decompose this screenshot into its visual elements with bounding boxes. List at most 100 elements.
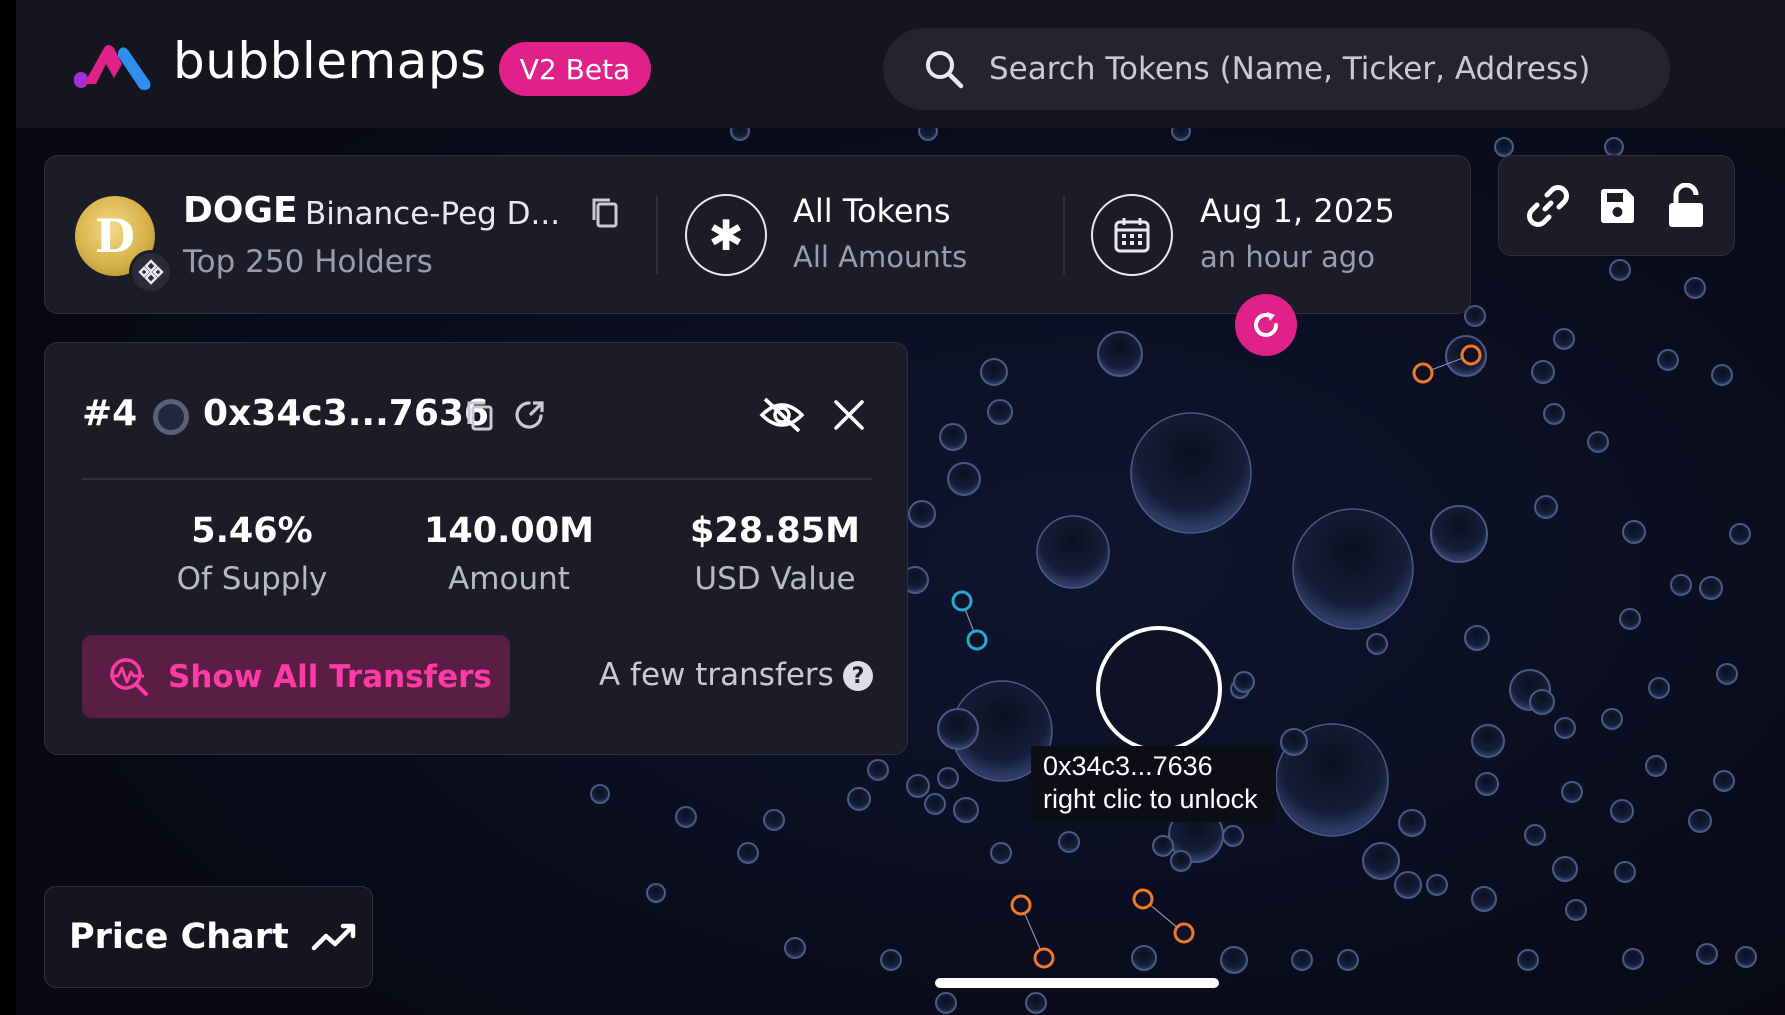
holder-bubble[interactable] bbox=[1471, 724, 1505, 758]
holder-bubble[interactable] bbox=[1471, 886, 1497, 912]
unlock-button[interactable] bbox=[1660, 180, 1712, 232]
selected-bubble[interactable] bbox=[1096, 626, 1222, 752]
holder-bubble[interactable] bbox=[1464, 305, 1486, 327]
holder-bubble[interactable] bbox=[590, 784, 610, 804]
holder-bubble[interactable] bbox=[784, 937, 806, 959]
holder-bubble[interactable] bbox=[1033, 947, 1055, 969]
holder-bubble[interactable] bbox=[867, 759, 889, 781]
holder-bubble[interactable] bbox=[1362, 842, 1400, 880]
holder-bubble[interactable] bbox=[1554, 717, 1576, 739]
holder-bubble[interactable] bbox=[1280, 728, 1308, 756]
help-icon[interactable]: ? bbox=[843, 661, 873, 691]
holder-bubble[interactable] bbox=[1670, 574, 1692, 596]
holder-bubble[interactable] bbox=[1430, 505, 1488, 563]
holder-bubble[interactable] bbox=[646, 883, 666, 903]
holder-bubble[interactable] bbox=[1657, 349, 1679, 371]
holder-bubble[interactable] bbox=[1524, 824, 1546, 846]
holder-bubble[interactable] bbox=[880, 949, 902, 971]
show-transfers-button[interactable]: Show All Transfers bbox=[82, 635, 510, 718]
calendar-icon[interactable] bbox=[1091, 194, 1173, 276]
snapshot-date[interactable]: Aug 1, 2025 bbox=[1200, 192, 1395, 230]
holder-bubble[interactable] bbox=[1036, 515, 1110, 589]
holder-bubble[interactable] bbox=[1173, 922, 1195, 944]
holder-bubble[interactable] bbox=[1337, 949, 1359, 971]
refresh-button[interactable] bbox=[1235, 294, 1297, 356]
holder-bubble[interactable] bbox=[1130, 412, 1252, 534]
holder-bubble[interactable] bbox=[1565, 899, 1587, 921]
holder-bubble[interactable] bbox=[947, 462, 981, 496]
holder-bubble[interactable] bbox=[980, 358, 1008, 386]
holder-bubble[interactable] bbox=[1132, 888, 1154, 910]
holder-bubble[interactable] bbox=[951, 590, 973, 612]
price-chart-button[interactable]: Price Chart bbox=[44, 886, 373, 988]
holder-bubble[interactable] bbox=[1494, 137, 1514, 157]
holder-bubble[interactable] bbox=[1460, 344, 1482, 366]
holder-bubble[interactable] bbox=[1716, 663, 1738, 685]
holder-bubble[interactable] bbox=[1529, 689, 1555, 715]
holder-bubble[interactable] bbox=[953, 797, 979, 823]
save-button[interactable] bbox=[1591, 180, 1643, 232]
holder-bubble[interactable] bbox=[1475, 772, 1499, 796]
holder-bubble[interactable] bbox=[1220, 946, 1248, 974]
holder-bubble[interactable] bbox=[1684, 277, 1706, 299]
holder-bubble[interactable] bbox=[1561, 781, 1583, 803]
holder-bubble[interactable] bbox=[1587, 431, 1609, 453]
search-input[interactable] bbox=[989, 51, 1649, 87]
holder-bubble[interactable] bbox=[1534, 495, 1558, 519]
holder-bubble[interactable] bbox=[1366, 633, 1388, 655]
holder-bubble[interactable] bbox=[1222, 825, 1244, 847]
copy-icon[interactable] bbox=[465, 398, 495, 432]
holder-bubble[interactable] bbox=[1688, 809, 1712, 833]
holder-bubble[interactable] bbox=[1610, 799, 1634, 823]
logo-icon[interactable] bbox=[70, 42, 154, 92]
filter-subtitle[interactable]: All Amounts bbox=[793, 240, 967, 274]
holder-bubble[interactable] bbox=[935, 992, 957, 1014]
holder-bubble[interactable] bbox=[906, 774, 930, 798]
eye-off-icon[interactable] bbox=[759, 395, 805, 435]
filter-title[interactable]: All Tokens bbox=[793, 192, 951, 230]
holder-bubble[interactable] bbox=[1531, 360, 1555, 384]
holder-bubble[interactable] bbox=[1394, 871, 1422, 899]
holder-bubble[interactable] bbox=[1604, 137, 1624, 157]
holder-bubble[interactable] bbox=[908, 500, 936, 528]
external-link-icon[interactable] bbox=[513, 398, 547, 432]
holder-bubble[interactable] bbox=[1645, 755, 1667, 777]
link-button[interactable] bbox=[1522, 180, 1574, 232]
holder-bubble[interactable] bbox=[1010, 894, 1032, 916]
holder-bubble[interactable] bbox=[1696, 943, 1718, 965]
holder-bubble[interactable] bbox=[847, 787, 871, 811]
holder-bubble[interactable] bbox=[1170, 850, 1192, 872]
holder-bubble[interactable] bbox=[1735, 946, 1757, 968]
holder-bubble[interactable] bbox=[1131, 945, 1157, 971]
holder-bubble[interactable] bbox=[1464, 625, 1490, 651]
close-icon[interactable] bbox=[833, 399, 865, 431]
holder-bubble[interactable] bbox=[924, 793, 946, 815]
search-bar[interactable] bbox=[883, 28, 1670, 110]
holder-bubble[interactable] bbox=[1648, 677, 1670, 699]
holder-bubble[interactable] bbox=[1292, 508, 1414, 630]
holder-bubble[interactable] bbox=[1619, 608, 1641, 630]
holder-bubble[interactable] bbox=[1713, 770, 1735, 792]
holder-bubble[interactable] bbox=[937, 767, 959, 789]
holder-bubble[interactable] bbox=[1699, 576, 1723, 600]
holder-bubble[interactable] bbox=[1412, 362, 1434, 384]
holder-bubble[interactable] bbox=[1025, 992, 1047, 1014]
asterisk-icon[interactable]: ✱ bbox=[685, 194, 767, 276]
holder-bubble[interactable] bbox=[1233, 671, 1255, 693]
holder-bubble[interactable] bbox=[1291, 949, 1313, 971]
holder-bubble[interactable] bbox=[987, 399, 1013, 425]
holder-bubble[interactable] bbox=[1614, 861, 1636, 883]
holder-bubble[interactable] bbox=[675, 806, 697, 828]
copy-icon[interactable] bbox=[590, 196, 620, 228]
holder-bubble[interactable] bbox=[966, 629, 988, 651]
holder-bubble[interactable] bbox=[939, 423, 967, 451]
holder-bubble[interactable] bbox=[1622, 948, 1644, 970]
holder-bubble[interactable] bbox=[937, 708, 979, 750]
holder-bubble[interactable] bbox=[1426, 874, 1448, 896]
holder-bubble[interactable] bbox=[1711, 364, 1733, 386]
holder-bubble[interactable] bbox=[1622, 520, 1646, 544]
holder-bubble[interactable] bbox=[1552, 856, 1578, 882]
holder-bubble[interactable] bbox=[1152, 835, 1174, 857]
holder-bubble[interactable] bbox=[1553, 328, 1575, 350]
holder-bubble[interactable] bbox=[763, 809, 785, 831]
